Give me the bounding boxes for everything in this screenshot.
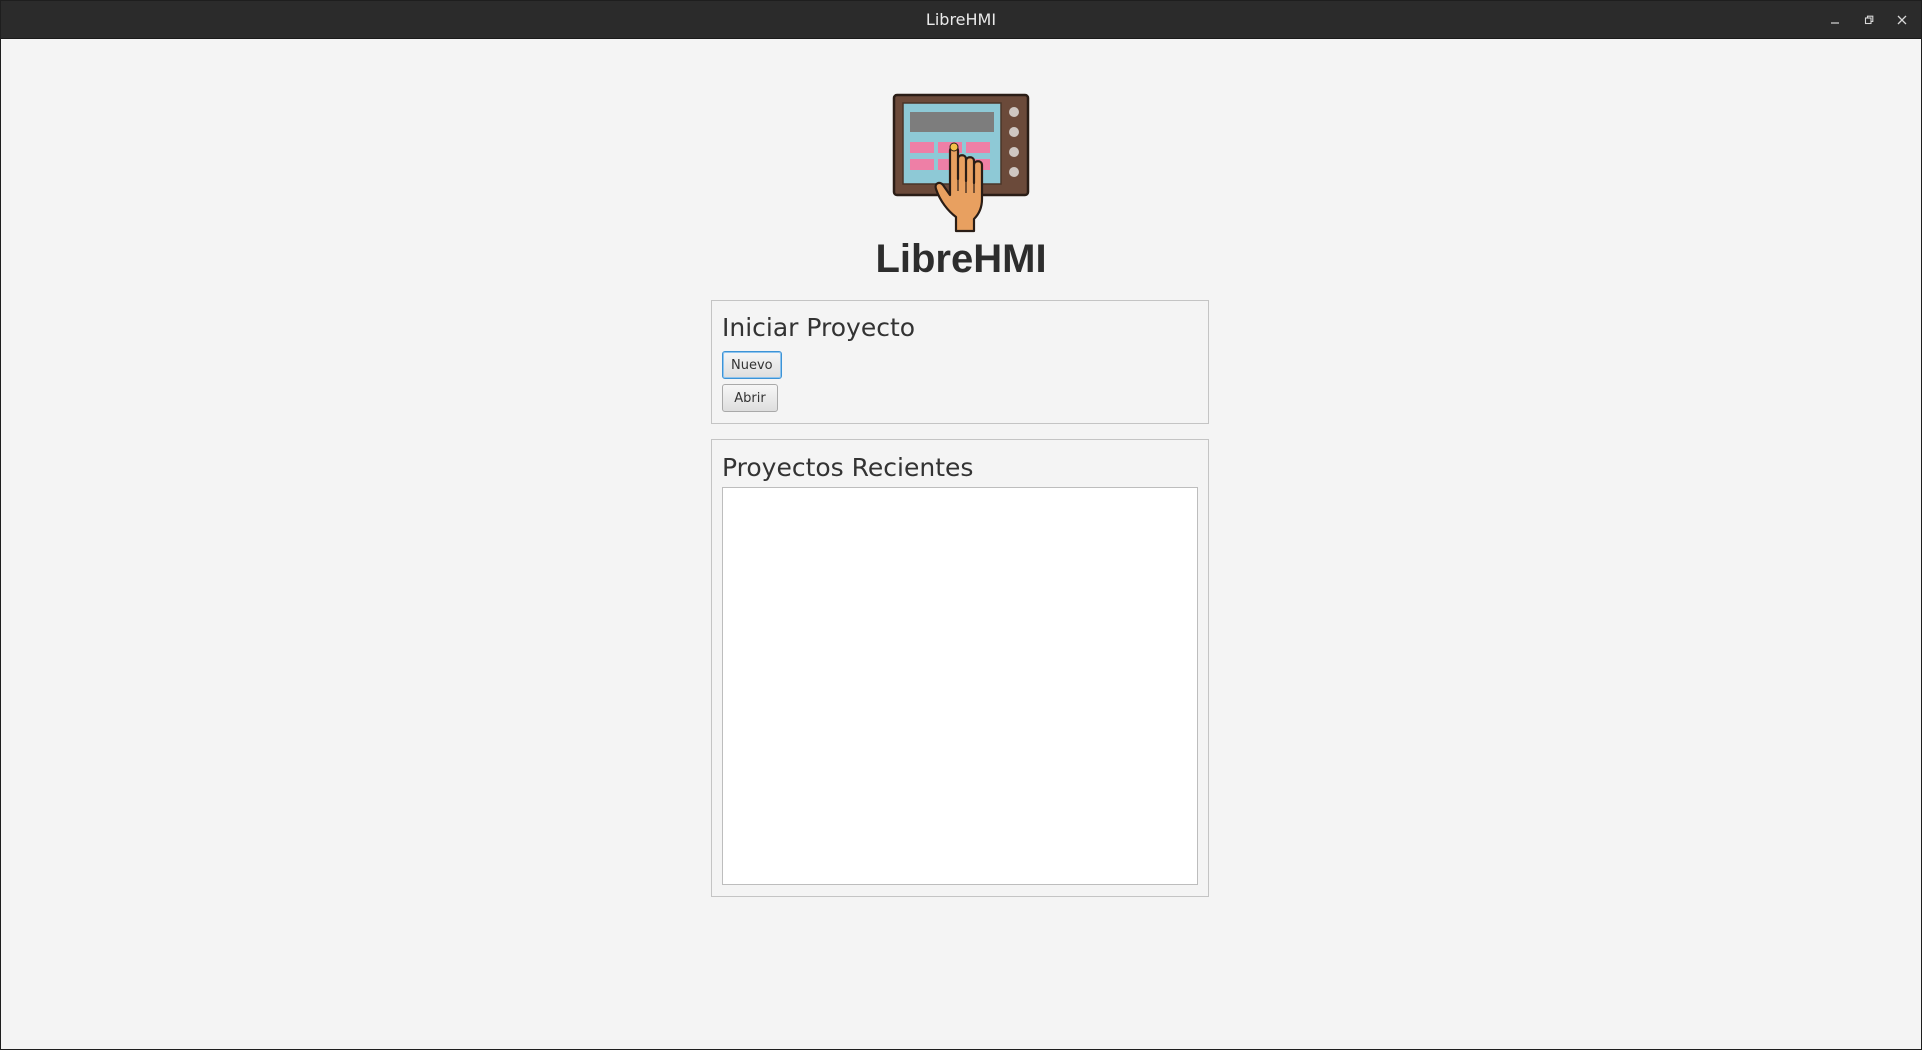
app-name-heading: LibreHMI (875, 237, 1047, 281)
window-title: LibreHMI (925, 10, 997, 29)
start-screen: LibreHMI Iniciar Proyecto Nuevo Abrir Pr… (1, 39, 1921, 1049)
recent-projects-list[interactable] (722, 487, 1198, 885)
restore-icon (1864, 15, 1874, 25)
close-button[interactable] (1891, 9, 1913, 31)
close-icon (1897, 15, 1907, 25)
start-project-title: Iniciar Proyecto (722, 313, 916, 342)
minimize-button[interactable] (1824, 9, 1846, 31)
new-project-button[interactable]: Nuevo (722, 351, 782, 379)
title-bar[interactable]: LibreHMI (1, 1, 1921, 39)
restore-button[interactable] (1858, 9, 1880, 31)
app-window: LibreHMI LibreHMI Iniciar Proyecto Nuevo… (0, 0, 1922, 1050)
minimize-icon (1831, 22, 1839, 24)
recent-projects-title: Proyectos Recientes (722, 453, 974, 482)
hmi-touch-panel-icon (892, 93, 1030, 233)
open-project-button[interactable]: Abrir (722, 384, 778, 412)
start-project-panel: Iniciar Proyecto Nuevo Abrir (711, 300, 1209, 424)
recent-projects-panel: Proyectos Recientes (711, 439, 1209, 897)
